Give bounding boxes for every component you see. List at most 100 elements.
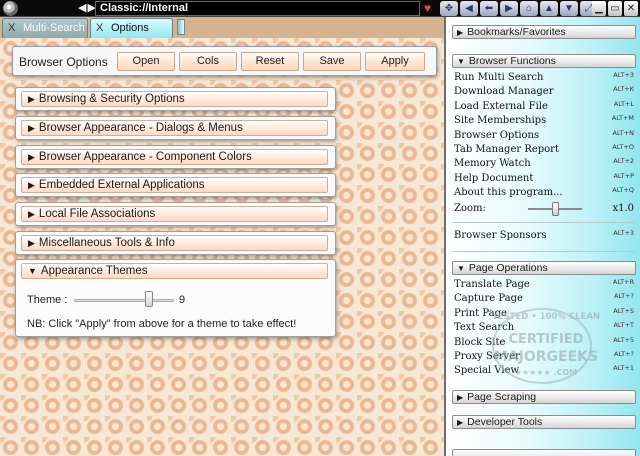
open-button[interactable]: Open [117,52,175,71]
section-misc-tools[interactable]: ▶ Miscellaneous Tools & Info [15,231,336,255]
section-header[interactable]: ▶ Embedded External Applications [21,177,328,193]
menu-item-label: Print Page [454,307,507,319]
section-label: Miscellaneous Tools & Info [38,237,175,249]
shortcut-label: ALT+R [612,278,634,286]
section-label: Browser Appearance - Dialogs & Menus [38,122,243,134]
shortcut-label: ALT+? [613,292,634,301]
save-button[interactable]: Save [303,52,361,71]
themes-header[interactable]: ▼ Appearance Themes [21,263,328,279]
up-icon[interactable]: ▲ [540,1,558,16]
toolbar-icons: ✥ ◀ ⬅ ▶ ⌂ ▲ ▼ ⤢ [440,1,598,16]
shortcut-label: ALT+S [613,306,634,315]
side-panel: ▶ Bookmarks/Favorites ▼ Browser Functions … [444,17,640,456]
move-icon[interactable]: ✥ [440,1,458,16]
section-label: Embedded External Applications [38,179,205,191]
close-button[interactable]: ✕ [624,1,638,16]
shortcut-label: ALT+2 [613,157,634,166]
section-header[interactable]: ▶ Browser Appearance - Component Colors [21,149,328,165]
menu-item[interactable]: Print Page ALT+S [454,307,634,321]
new-tab-handle[interactable] [177,19,185,35]
shortcut-label: ALT+Q [612,186,634,195]
url-bar[interactable]: Classic://Internal [95,1,420,16]
options-toolbar: Browser Options Open Cols Reset Save App… [12,46,437,76]
divider [452,222,636,223]
section-file-associations[interactable]: ▶ Local File Associations [15,202,336,226]
tab-label: Options [111,22,149,34]
menu-item[interactable]: Capture Page ALT+? [454,292,634,306]
tab-close-icon[interactable]: X [8,19,15,37]
expand-triangle-icon: ▶ [457,393,464,402]
menu-item[interactable]: Tab Manager Report ALT+O [454,143,634,157]
cols-button[interactable]: Cols [179,52,237,71]
collapse-triangle-icon: ▼ [28,266,37,276]
arrow-right-icon[interactable]: ▶ [500,1,518,16]
zoom-slider-thumb[interactable] [552,202,560,216]
menu-item-label: Run Multi Search [454,72,544,83]
menu-item[interactable]: About this program... ALT+Q [454,186,634,200]
reset-button[interactable]: Reset [241,52,299,71]
menu-item[interactable]: Browser Options ALT+N [454,129,634,143]
menu-item[interactable]: Memory Watch ALT+2 [454,157,634,171]
menu-item-label: Download Manager [454,86,554,98]
menu-item[interactable]: Run Multi Search ALT+3 [454,71,634,85]
page-operations-header[interactable]: ▼ Page Operations [452,261,636,275]
browser-sponsors-item[interactable]: Browser Sponsors ALT+3 [454,229,634,243]
bookmarks-label: Bookmarks/Favorites [467,26,566,38]
section-header[interactable]: ▶ Miscellaneous Tools & Info [21,235,328,251]
shortcut-label: ALT+1 [613,364,634,373]
menu-item-label: Help Document [454,172,534,184]
section-header[interactable]: ▶ Browsing & Security Options [21,91,328,107]
menu-item[interactable]: Load External File ALT+L [454,100,634,114]
menu-item[interactable]: Proxy Server ALT+? [454,350,634,364]
menu-item-label: Translate Page [454,279,530,290]
menu-item-label: Special View [454,365,520,377]
shortcut-label: ALT+M [611,114,634,123]
menu-item[interactable]: Special View ALT+1 [454,364,634,378]
tab-close-icon[interactable]: X [96,19,103,37]
sponsors-label: Browser Sponsors [454,230,547,241]
section-header[interactable]: ▶ Browser Appearance - Dialogs & Menus [21,120,328,136]
theme-slider-thumb[interactable] [145,291,153,307]
zoom-label: Zoom: [454,203,486,214]
app-menu-icon[interactable] [3,1,18,16]
menu-item[interactable]: Translate Page ALT+R [454,278,634,292]
tab-multi-search[interactable]: X Multi-Search [2,18,88,38]
page-scraping-label: Page Scraping [467,391,537,403]
down-icon[interactable]: ▼ [560,1,578,16]
menu-item[interactable]: Text Search ALT+T [454,321,634,335]
menu-item[interactable]: Site Memberships ALT+M [454,114,634,128]
favorite-heart-icon[interactable]: ♥ [424,1,431,16]
arrow-back-icon[interactable]: ⬅ [480,1,498,16]
restore-button[interactable]: ▭ [608,1,622,16]
shortcut-label: ALT+5 [613,335,634,344]
theme-slider-track[interactable] [74,299,174,302]
section-dialogs-menus[interactable]: ▶ Browser Appearance - Dialogs & Menus [15,116,336,140]
home-icon[interactable]: ⌂ [520,1,538,16]
menu-item[interactable]: Help Document ALT+P [454,172,634,186]
apply-button[interactable]: Apply [365,52,425,71]
tab-strip: X Multi-Search X Options [0,17,444,38]
developer-tools-header[interactable]: ▶ Developer Tools [452,415,636,429]
title-bar: ◀ ▶ Classic://Internal ♥ ✥ ◀ ⬅ ▶ ⌂ ▲ ▼ ⤢ ▁ ▭ ✕ [0,0,640,17]
more-section-header[interactable] [452,449,636,456]
tab-options[interactable]: X Options [90,18,173,38]
section-label: Local File Associations [38,208,156,220]
expand-triangle-icon: ▶ [28,94,35,104]
browser-functions-header[interactable]: ▼ Browser Functions [452,54,636,68]
theme-value: 9 [179,294,186,306]
page-scraping-header[interactable]: ▶ Page Scraping [452,390,636,404]
expand-triangle-icon: ▶ [457,28,464,37]
section-browsing-security[interactable]: ▶ Browsing & Security Options [15,87,336,111]
menu-item[interactable]: Block Site ALT+5 [454,336,634,350]
appearance-themes-panel: ▼ Appearance Themes Theme : 9 NB: Click "… [15,259,336,337]
arrow-left-icon[interactable]: ◀ [460,1,478,16]
menu-item-label: Text Search [454,322,515,334]
section-component-colors[interactable]: ▶ Browser Appearance - Component Colors [15,145,336,169]
collapse-triangle-icon: ▼ [457,57,465,66]
page-operations-label: Page Operations [468,262,548,274]
minimize-button[interactable]: ▁ [592,1,606,16]
bookmarks-header[interactable]: ▶ Bookmarks/Favorites [452,25,636,39]
section-header[interactable]: ▶ Local File Associations [21,206,328,222]
section-embedded-apps[interactable]: ▶ Embedded External Applications [15,173,336,197]
menu-item[interactable]: Download Manager ALT+K [454,85,634,99]
